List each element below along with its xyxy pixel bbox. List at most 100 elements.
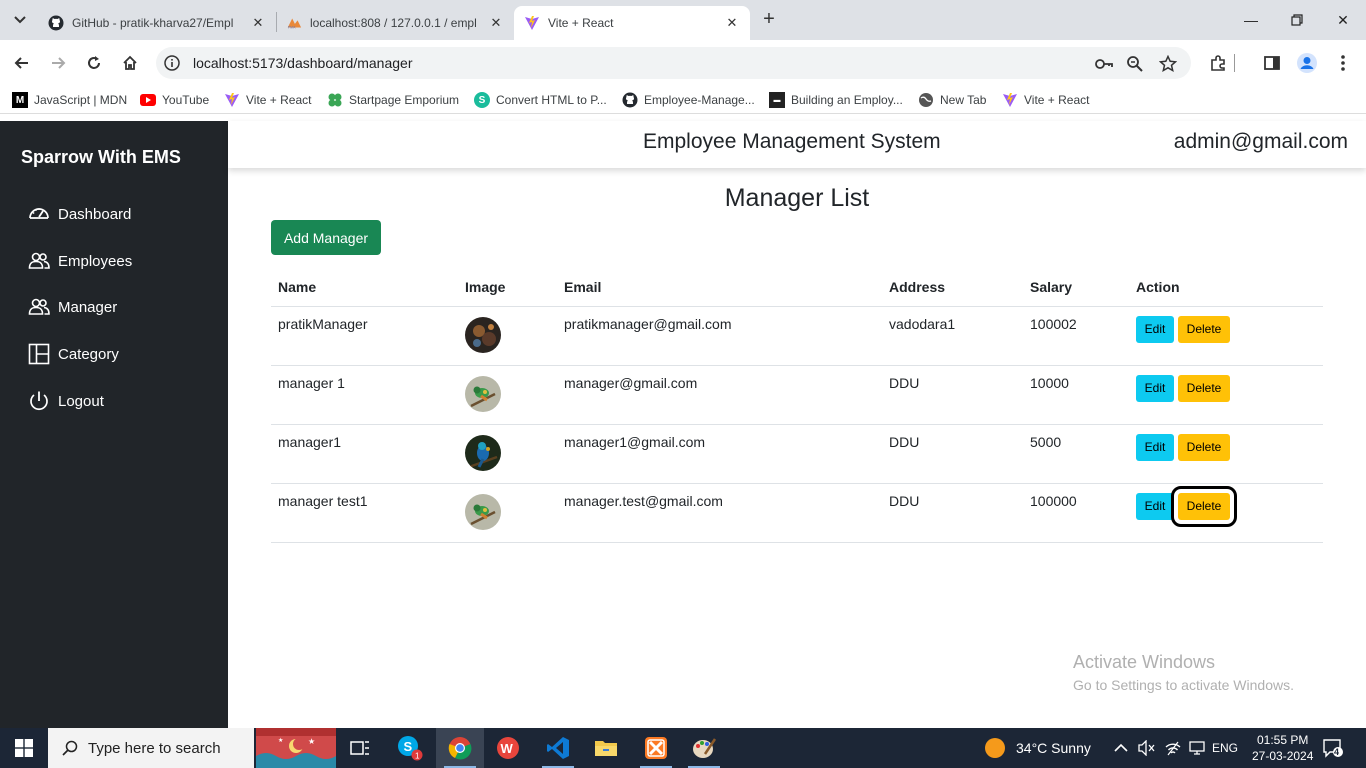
bookmark-label: Employee-Manage... xyxy=(644,93,755,107)
search-icon xyxy=(62,740,78,756)
search-highlight-icon[interactable]: ★ ★ xyxy=(256,728,336,768)
browser-menu-icon[interactable] xyxy=(1331,51,1355,75)
edit-button[interactable]: Edit xyxy=(1136,433,1174,461)
table-row: pratikManager pratikmanager@gmail.com va… xyxy=(271,306,1323,366)
table-row: manager test1 manager.test@gmail.com DDU… xyxy=(271,483,1323,543)
weather-text: 34°C Sunny xyxy=(1016,740,1091,756)
delete-button[interactable]: Delete xyxy=(1178,374,1230,402)
column-header-salary: Salary xyxy=(1023,270,1129,307)
sidebar-item-label: Logout xyxy=(58,392,104,410)
youtube-icon xyxy=(140,92,156,108)
wps-office-icon[interactable]: W xyxy=(484,728,532,768)
new-tab-button[interactable]: + xyxy=(758,8,780,32)
delete-button[interactable]: Delete xyxy=(1178,433,1230,461)
bookmark-item[interactable]: ▬ Building an Employ... xyxy=(769,92,903,108)
mdn-icon: M xyxy=(12,92,28,108)
table-row: manager1 manager1@gmail.com DDU 5000 Edi… xyxy=(271,424,1323,484)
people-icon xyxy=(28,252,50,269)
weather-widget[interactable]: 34°C Sunny xyxy=(984,728,1091,768)
close-tab-icon[interactable]: ✕ xyxy=(488,15,504,31)
profile-avatar-icon[interactable] xyxy=(1295,51,1319,75)
add-manager-button[interactable]: Add Manager xyxy=(271,220,381,255)
volume-muted-icon[interactable] xyxy=(1138,728,1156,768)
edit-button[interactable]: Edit xyxy=(1136,374,1174,402)
bookmark-item[interactable]: Vite + React xyxy=(224,92,311,108)
site-info-icon[interactable] xyxy=(164,55,180,71)
extensions-icon[interactable] xyxy=(1206,51,1230,75)
bookmark-item[interactable]: M JavaScript | MDN xyxy=(12,92,127,108)
bookmark-item[interactable]: YouTube xyxy=(140,92,209,108)
wifi-icon[interactable] xyxy=(1164,728,1182,768)
people-icon xyxy=(28,298,50,315)
vscode-icon[interactable] xyxy=(534,728,582,768)
browser-tab-active[interactable]: Vite + React ✕ xyxy=(514,6,750,40)
watermark-subtitle: Go to Settings to activate Windows. xyxy=(1073,677,1294,693)
windows-start-icon[interactable] xyxy=(0,728,48,768)
bookmark-item[interactable]: Vite + React xyxy=(1002,92,1089,108)
cell-action: Edit Delete xyxy=(1129,483,1323,543)
close-window-icon[interactable]: ✕ xyxy=(1320,0,1366,40)
brand-title[interactable]: Sparrow With EMS xyxy=(21,147,181,168)
delete-button[interactable]: Delete xyxy=(1178,315,1230,343)
table-row: manager 1 manager@gmail.com DDU 10000 Ed… xyxy=(271,365,1323,425)
back-icon[interactable] xyxy=(10,51,34,75)
sidebar-item-category[interactable]: Category xyxy=(28,343,119,365)
side-panel-icon[interactable] xyxy=(1260,51,1284,75)
sidebar-item-manager[interactable]: Manager xyxy=(28,296,117,318)
cell-email: manager.test@gmail.com xyxy=(557,483,882,543)
clock-time: 01:55 PM xyxy=(1257,733,1309,747)
zoom-icon[interactable] xyxy=(1126,55,1144,73)
skype-icon[interactable]: S1 xyxy=(386,728,434,768)
convert-icon: S xyxy=(474,92,490,108)
close-tab-icon[interactable]: ✕ xyxy=(250,15,266,31)
svg-text:1: 1 xyxy=(415,752,420,761)
chrome-taskbar-icon[interactable] xyxy=(436,728,484,768)
bookmark-star-icon[interactable] xyxy=(1158,54,1178,73)
cell-salary: 100002 xyxy=(1023,306,1129,366)
home-icon[interactable] xyxy=(118,51,142,75)
avatar xyxy=(465,493,501,530)
globe-icon xyxy=(918,92,934,108)
svg-text:★: ★ xyxy=(308,737,315,746)
tab-search-dropdown-icon[interactable] xyxy=(8,8,32,32)
sidebar-item-dashboard[interactable]: Dashboard xyxy=(28,203,131,225)
bookmark-item[interactable]: S Convert HTML to P... xyxy=(474,92,607,108)
bookmark-item[interactable]: New Tab xyxy=(918,92,986,108)
browser-tab[interactable]: PMA localhost:808 / 127.0.0.1 / empl ✕ xyxy=(276,6,514,40)
svg-text:S: S xyxy=(404,739,413,754)
bookmark-label: Vite + React xyxy=(1024,93,1090,107)
language-indicator[interactable]: ENG xyxy=(1212,728,1238,768)
notifications-icon[interactable]: 4 xyxy=(1322,728,1344,768)
bookmark-label: JavaScript | MDN xyxy=(34,93,128,107)
edit-button[interactable]: Edit xyxy=(1136,492,1174,520)
close-tab-icon[interactable]: ✕ xyxy=(724,15,740,31)
column-header-image: Image xyxy=(458,270,557,307)
taskbar-search-box[interactable]: Type here to search xyxy=(48,728,254,768)
table-header-row: Name Image Email Address Salary Action xyxy=(271,270,1323,307)
forward-icon[interactable] xyxy=(46,51,70,75)
task-view-icon[interactable] xyxy=(336,728,384,768)
address-bar[interactable]: localhost:5173/dashboard/manager xyxy=(156,47,1191,79)
password-key-icon[interactable] xyxy=(1094,55,1113,73)
minimize-window-icon[interactable]: — xyxy=(1228,0,1274,40)
restore-window-icon[interactable] xyxy=(1274,0,1320,40)
reload-icon[interactable] xyxy=(82,51,106,75)
xampp-icon[interactable] xyxy=(632,728,680,768)
sidebar-item-employees[interactable]: Employees xyxy=(28,250,132,272)
bookmark-label: Building an Employ... xyxy=(791,93,903,107)
bookmark-item[interactable]: Employee-Manage... xyxy=(622,92,755,108)
browser-tab[interactable]: GitHub - pratik-kharva27/Empl ✕ xyxy=(38,6,276,40)
edit-button[interactable]: Edit xyxy=(1136,315,1174,343)
avatar xyxy=(465,316,501,353)
paint-icon[interactable] xyxy=(680,728,728,768)
sidebar-item-logout[interactable]: Logout xyxy=(28,390,104,412)
system-clock[interactable]: 01:55 PM 27-03-2024 xyxy=(1252,732,1313,764)
cell-address: DDU xyxy=(882,424,1023,484)
network-icon[interactable] xyxy=(1189,728,1205,768)
cell-email: pratikmanager@gmail.com xyxy=(557,306,882,366)
delete-button[interactable]: Delete xyxy=(1171,485,1237,527)
browser-tab-strip: GitHub - pratik-kharva27/Empl ✕ PMA loca… xyxy=(0,0,1366,40)
file-explorer-icon[interactable] xyxy=(582,728,630,768)
bookmark-item[interactable]: Startpage Emporium xyxy=(327,92,459,108)
show-hidden-icons-icon[interactable] xyxy=(1114,728,1128,768)
